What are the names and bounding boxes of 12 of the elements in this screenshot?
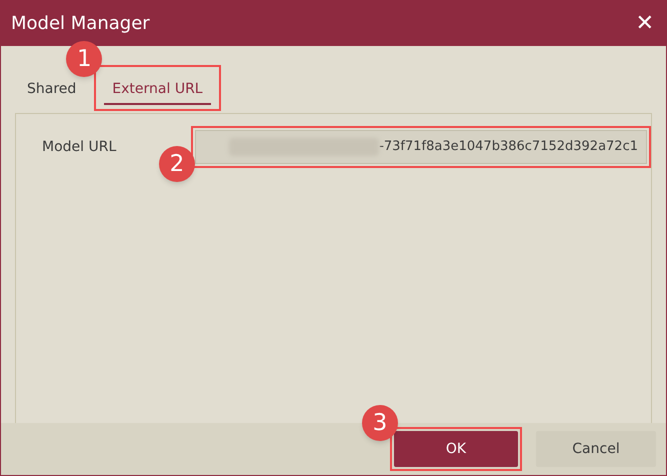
field-label: Model URL [41, 138, 118, 156]
ok-button[interactable]: OK [394, 431, 518, 467]
url-field[interactable]: -73f71f8a3e1047b386c7152d392a72c1 [195, 130, 647, 164]
close-button[interactable]: ✕ [636, 12, 654, 34]
cancel-button[interactable]: Cancel [536, 431, 656, 467]
field-value: -73f71f8a3e1047b386c7152d392a72c1 [379, 138, 638, 156]
tab[interactable]: Shared [23, 75, 80, 105]
step-number-badge: 2 [159, 146, 195, 182]
step-number-badge: 3 [362, 405, 398, 441]
tab[interactable]: External URL [104, 75, 211, 105]
step-number-badge: 1 [66, 41, 102, 77]
window-title: Model Manager [11, 12, 150, 36]
